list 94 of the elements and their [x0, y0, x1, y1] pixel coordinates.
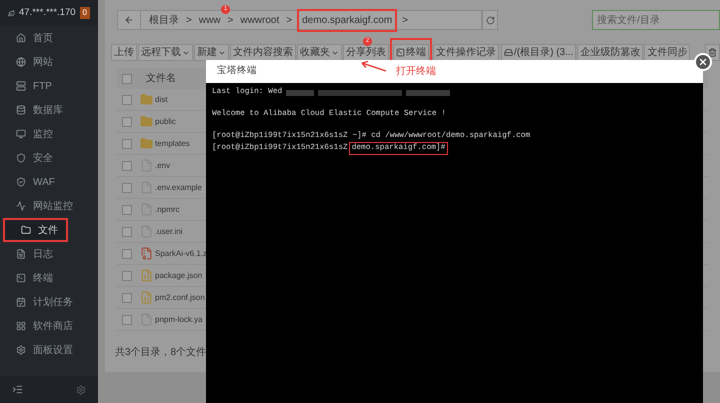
checkbox[interactable]	[122, 292, 132, 302]
checkbox[interactable]	[122, 270, 132, 280]
checkbox[interactable]	[122, 138, 132, 148]
checkbox[interactable]	[122, 314, 132, 324]
checkbox[interactable]	[122, 160, 132, 170]
redacted-block	[406, 90, 450, 96]
toolbar-button[interactable]: 新建	[194, 44, 229, 61]
grid-icon	[16, 321, 26, 331]
file-name[interactable]: pm2.conf.json	[155, 292, 205, 304]
shield-check-icon	[16, 177, 26, 187]
checkbox[interactable]	[122, 74, 132, 84]
checkbox[interactable]	[122, 116, 132, 126]
toolbar-button[interactable]: 分享列表	[343, 44, 389, 61]
json-file-icon	[140, 291, 153, 304]
file-name[interactable]: .env.example	[155, 182, 202, 194]
file-name[interactable]: .user.ini	[155, 226, 183, 238]
monitor-icon	[16, 129, 26, 139]
nav-item[interactable]: 监控	[0, 122, 98, 146]
checkbox[interactable]	[122, 226, 132, 236]
toolbar-button[interactable]: 文件内容搜索	[230, 44, 296, 61]
shield-icon	[16, 153, 26, 163]
server-icon	[16, 81, 26, 91]
file-name[interactable]: templates	[155, 138, 190, 150]
nav-item[interactable]: 日志	[0, 242, 98, 266]
menu-icon[interactable]	[12, 384, 23, 395]
settings-icon[interactable]	[76, 384, 86, 394]
database-icon	[16, 105, 26, 115]
close-icon	[698, 57, 708, 67]
folder-icon	[140, 115, 153, 128]
checkbox[interactable]	[122, 182, 132, 192]
nav-item[interactable]: 网站监控	[0, 194, 98, 218]
nav-item[interactable]: 软件商店	[0, 314, 98, 338]
calendar-icon	[16, 297, 26, 307]
toolbar-button[interactable]: /(根目录) (3...	[501, 44, 576, 61]
refresh-icon	[486, 16, 494, 24]
arrow-icon	[359, 60, 387, 73]
nav-item[interactable]: 面板设置	[0, 338, 98, 362]
redacted-block	[286, 90, 314, 96]
nav-item[interactable]: 终端	[0, 266, 98, 290]
file-name[interactable]: .env	[155, 160, 170, 172]
terminal-icon	[396, 48, 405, 57]
folder-icon	[21, 225, 31, 235]
checkbox[interactable]	[122, 248, 132, 258]
checkbox[interactable]	[122, 204, 132, 214]
json-file-icon	[140, 269, 153, 282]
nav-item[interactable]: 数据库	[0, 98, 98, 122]
notification-badge[interactable]: 0	[80, 7, 90, 19]
nav-item[interactable]: WAF	[0, 170, 98, 194]
nav-item[interactable]: 首页	[0, 26, 98, 50]
settings-icon	[16, 345, 26, 355]
nav-item[interactable]: 计划任务	[0, 290, 98, 314]
activity-icon	[16, 201, 26, 211]
summary-text: 共3个目录，8个文件	[115, 346, 208, 360]
breadcrumb-separator: >	[402, 14, 408, 28]
breadcrumb-link[interactable]: www	[198, 12, 221, 28]
breadcrumb-link[interactable]: wwwroot	[240, 12, 280, 28]
logo-icon	[8, 8, 16, 18]
breadcrumb-separator: >	[186, 14, 192, 28]
toolbar-button[interactable]: 上传	[111, 44, 137, 61]
nav-item[interactable]: 网站	[0, 50, 98, 74]
toolbar-button[interactable]: 远程下载	[138, 44, 193, 61]
dialog-title: 宝塔终端	[217, 64, 257, 78]
folder-icon	[140, 93, 153, 106]
folder-icon	[140, 137, 153, 150]
nav-item[interactable]: 文件	[3, 218, 68, 242]
archive-icon	[140, 247, 153, 260]
toolbar-button[interactable]: 企业级防篡改	[577, 44, 644, 61]
breadcrumb-separator: >	[286, 14, 292, 28]
callout-text: 打开终端	[396, 64, 436, 79]
home-icon	[16, 33, 26, 43]
column-header[interactable]: 文件名	[146, 71, 176, 86]
back-icon[interactable]	[124, 15, 134, 25]
breadcrumb-separator: >	[228, 14, 234, 28]
file-name[interactable]: public	[155, 116, 176, 128]
checkbox[interactable]	[122, 94, 132, 104]
toolbar-button[interactable]: 终端	[393, 44, 429, 61]
file-name[interactable]: .npmrc	[155, 204, 180, 216]
search-field[interactable]: 搜索文件/目录	[592, 10, 720, 30]
nav-item[interactable]: FTP	[0, 74, 98, 98]
globe-icon	[16, 57, 26, 67]
file-name[interactable]: package.json	[155, 270, 202, 282]
toolbar-button[interactable]: 文件同步	[644, 44, 690, 61]
terminal-icon	[16, 273, 26, 283]
breadcrumb-link[interactable]: demo.sparkaigf.com	[299, 10, 396, 30]
breadcrumb-link[interactable]: 根目录	[149, 12, 179, 28]
nav-item[interactable]: 安全	[0, 146, 98, 170]
file-name[interactable]: SparkAi-v6.1.z	[155, 248, 208, 260]
server-ip: 47.***.***.170	[19, 6, 76, 20]
refresh-button[interactable]	[482, 10, 498, 30]
toolbar-button[interactable]: 收藏夹	[297, 44, 342, 61]
file-name[interactable]: dist	[155, 94, 168, 106]
file-name[interactable]: pnpm-lock.ya	[155, 314, 203, 326]
document-icon	[16, 249, 26, 259]
toolbar-button[interactable]: 文件操作记录	[433, 44, 499, 61]
